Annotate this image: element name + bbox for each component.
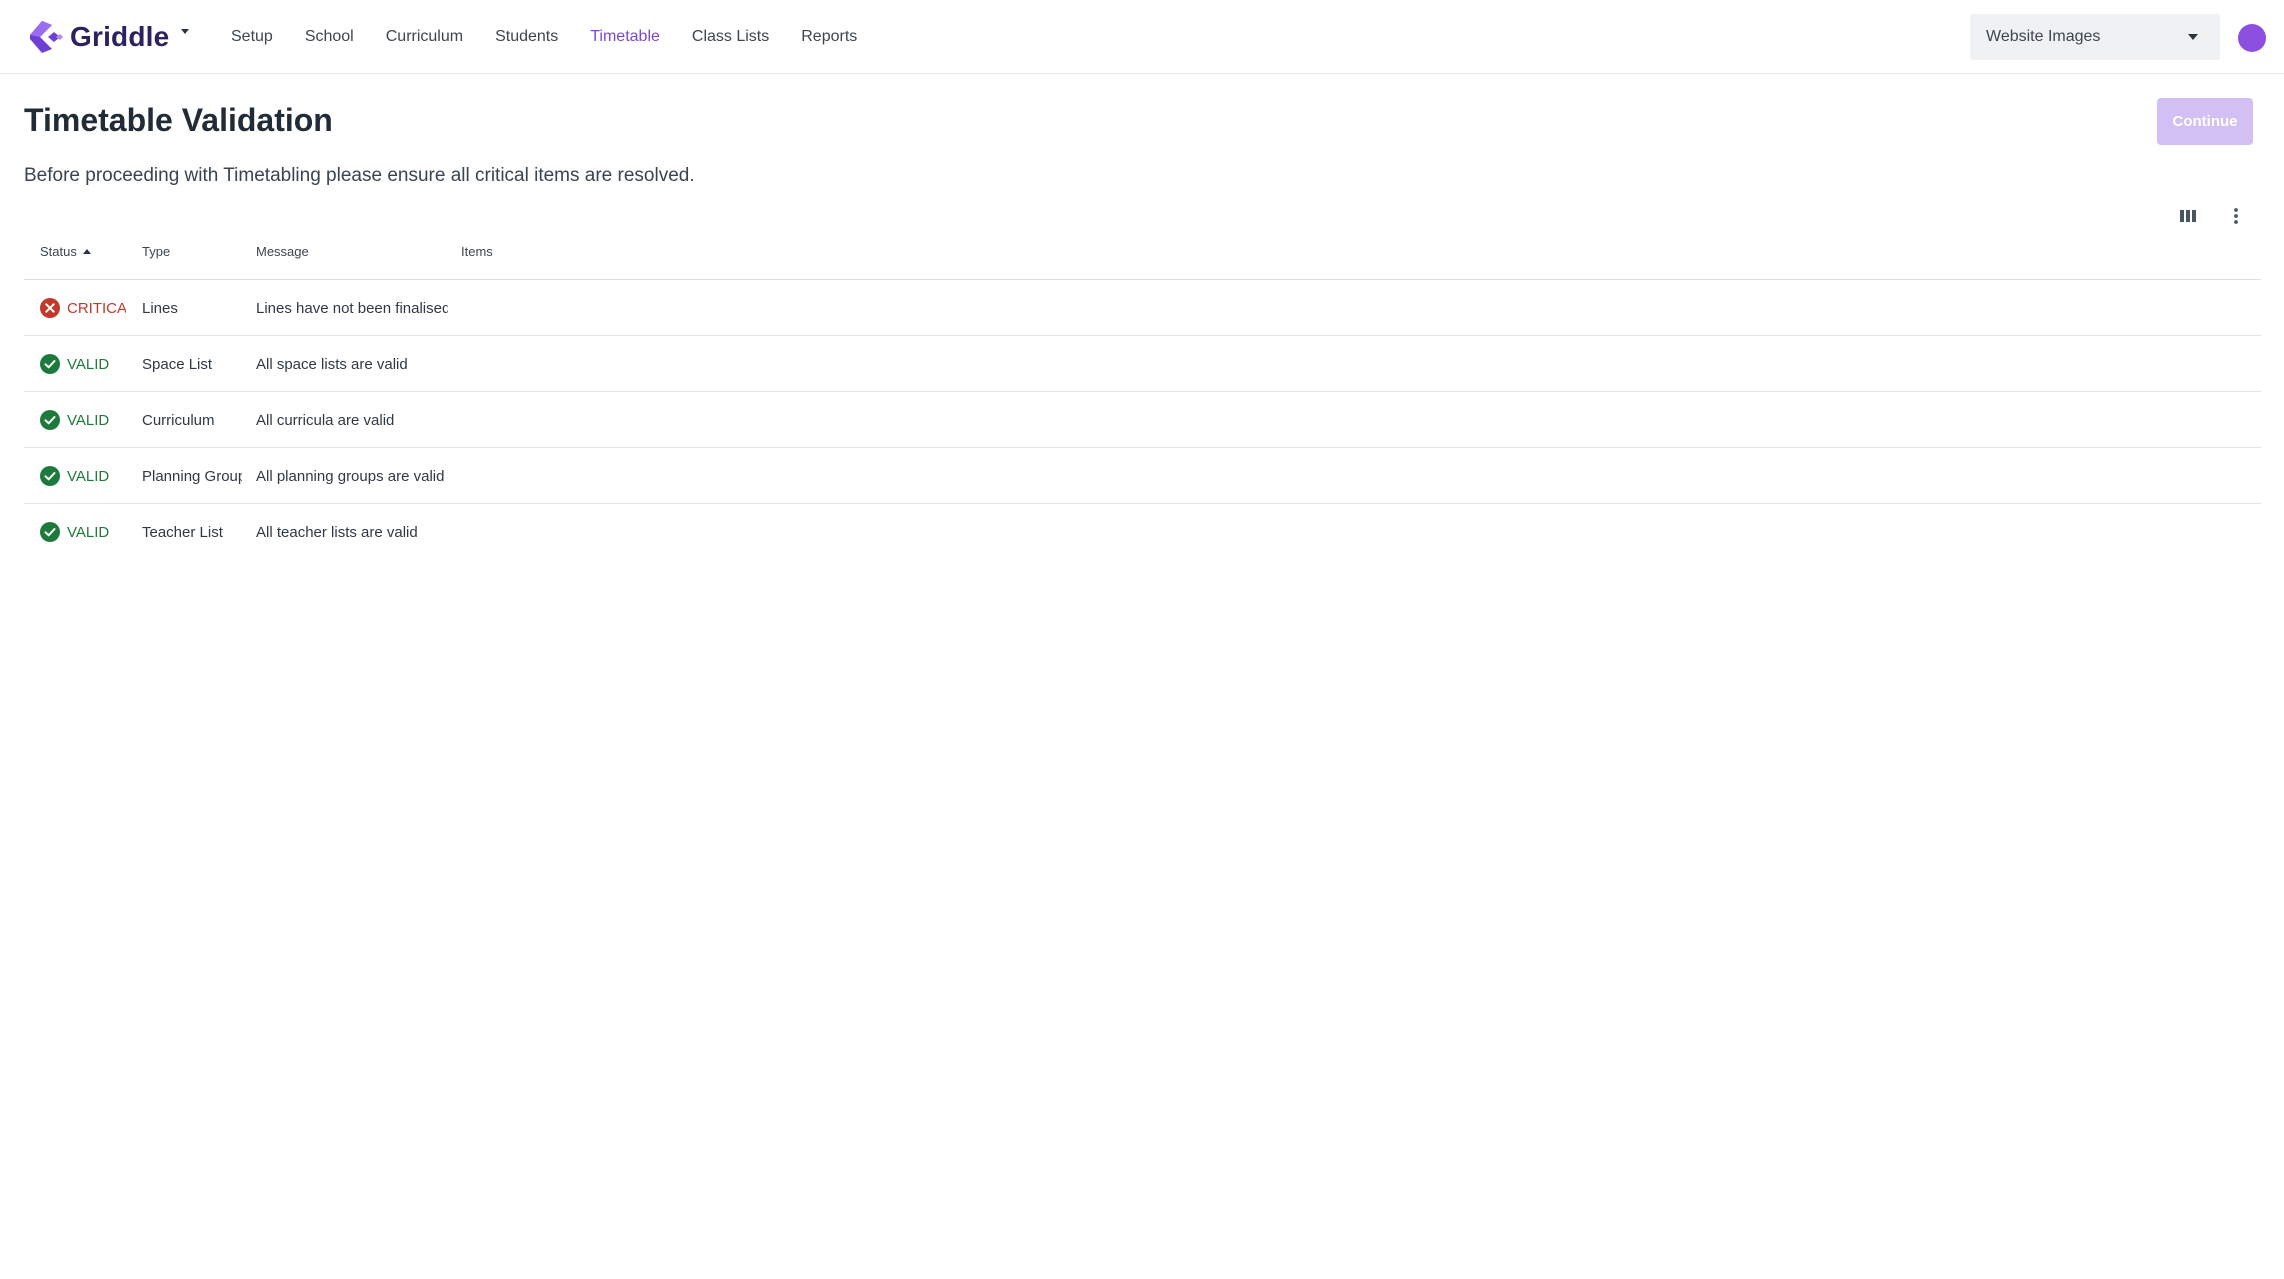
table-row[interactable]: VALID Planning Groups All planning group… — [24, 448, 2261, 504]
status-cell: CRITICAL — [40, 280, 126, 336]
griddle-logo-icon — [30, 21, 63, 53]
table-row[interactable]: CRITICAL Lines Lines have not been final… — [24, 280, 2261, 336]
items-cell — [461, 280, 661, 336]
nav-item-school[interactable]: School — [305, 28, 354, 46]
nav-item-class-lists[interactable]: Class Lists — [692, 28, 769, 46]
items-cell — [461, 336, 661, 392]
table-row[interactable]: VALID Teacher List All teacher lists are… — [24, 504, 2261, 560]
status-cell: VALID — [40, 504, 126, 560]
column-header-items[interactable]: Items — [461, 244, 493, 259]
type-cell: Teacher List — [142, 523, 223, 541]
table-row[interactable]: VALID Space List All space lists are val… — [24, 336, 2261, 392]
nav-item-curriculum[interactable]: Curriculum — [386, 28, 463, 46]
message-cell: All teacher lists are valid — [256, 523, 418, 541]
column-header-status[interactable]: Status — [40, 244, 91, 259]
table-header: Status Type Message Items — [24, 224, 2261, 280]
status-badge: VALID — [67, 467, 110, 485]
nav-item-timetable[interactable]: Timetable — [590, 28, 660, 46]
workspace-select[interactable]: Website Images — [1970, 14, 2220, 60]
message-cell: All planning groups are valid — [256, 467, 445, 485]
table-row[interactable]: VALID Curriculum All curricula are valid — [24, 392, 2261, 448]
status-cell: VALID — [40, 336, 126, 392]
message-cell: Lines have not been finalised — [256, 299, 448, 317]
status-badge: VALID — [67, 355, 110, 373]
nav-item-students[interactable]: Students — [495, 28, 558, 46]
page-subtitle: Before proceeding with Timetabling pleas… — [24, 165, 695, 186]
items-cell — [461, 448, 661, 504]
top-navigation-bar: Griddle Setup School Curriculum Students… — [0, 0, 2284, 74]
chevron-down-icon — [2188, 34, 2198, 40]
validation-table: Status Type Message Items CRITICAL Lines… — [24, 224, 2261, 560]
app-name: Griddle — [70, 21, 170, 52]
status-cell: VALID — [40, 392, 126, 448]
main-nav: Setup School Curriculum Students Timetab… — [231, 0, 889, 74]
continue-button[interactable]: Continue — [2157, 98, 2253, 145]
error-circle-icon — [40, 298, 60, 318]
check-circle-icon — [40, 354, 60, 374]
check-circle-icon — [40, 466, 60, 486]
status-cell: VALID — [40, 448, 126, 504]
type-cell: Space List — [142, 355, 213, 373]
chevron-down-icon — [181, 28, 190, 34]
type-cell: Planning Groups — [142, 467, 242, 485]
status-badge: VALID — [67, 411, 110, 429]
column-header-type[interactable]: Type — [142, 244, 170, 259]
workspace-select-value: Website Images — [1986, 28, 2101, 45]
app-logo-menu[interactable]: Griddle — [28, 18, 190, 56]
nav-item-reports[interactable]: Reports — [801, 28, 857, 46]
column-header-message[interactable]: Message — [256, 244, 309, 259]
check-circle-icon — [40, 522, 60, 542]
status-badge: CRITICAL — [67, 299, 126, 317]
status-badge: VALID — [67, 523, 110, 541]
message-cell: All space lists are valid — [256, 355, 408, 373]
check-circle-icon — [40, 410, 60, 430]
sort-ascending-icon — [82, 249, 91, 254]
type-cell: Lines — [142, 299, 178, 317]
type-cell: Curriculum — [142, 411, 215, 429]
items-cell — [461, 504, 661, 560]
items-cell — [461, 392, 661, 448]
user-avatar[interactable] — [2238, 24, 2266, 52]
page-title: Timetable Validation — [24, 102, 333, 138]
nav-item-setup[interactable]: Setup — [231, 28, 273, 46]
message-cell: All curricula are valid — [256, 411, 395, 429]
